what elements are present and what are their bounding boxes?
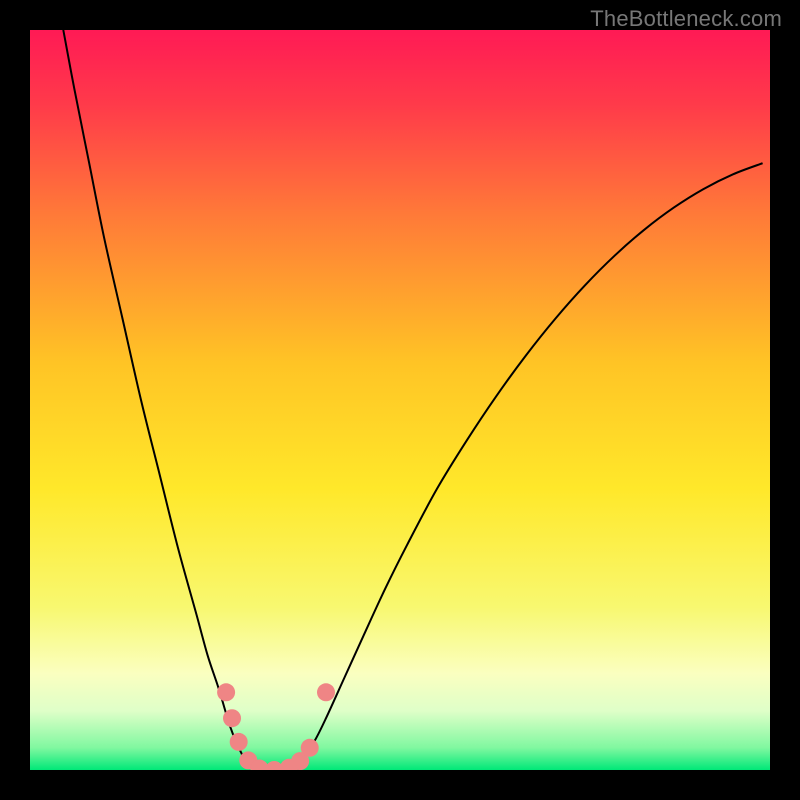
watermark-label: TheBottleneck.com xyxy=(590,6,782,32)
chart-marker xyxy=(230,733,248,751)
chart-plot xyxy=(30,30,770,770)
chart-marker xyxy=(317,683,335,701)
chart-marker xyxy=(301,739,319,757)
chart-marker xyxy=(217,683,235,701)
chart-marker xyxy=(223,709,241,727)
chart-svg xyxy=(30,30,770,770)
